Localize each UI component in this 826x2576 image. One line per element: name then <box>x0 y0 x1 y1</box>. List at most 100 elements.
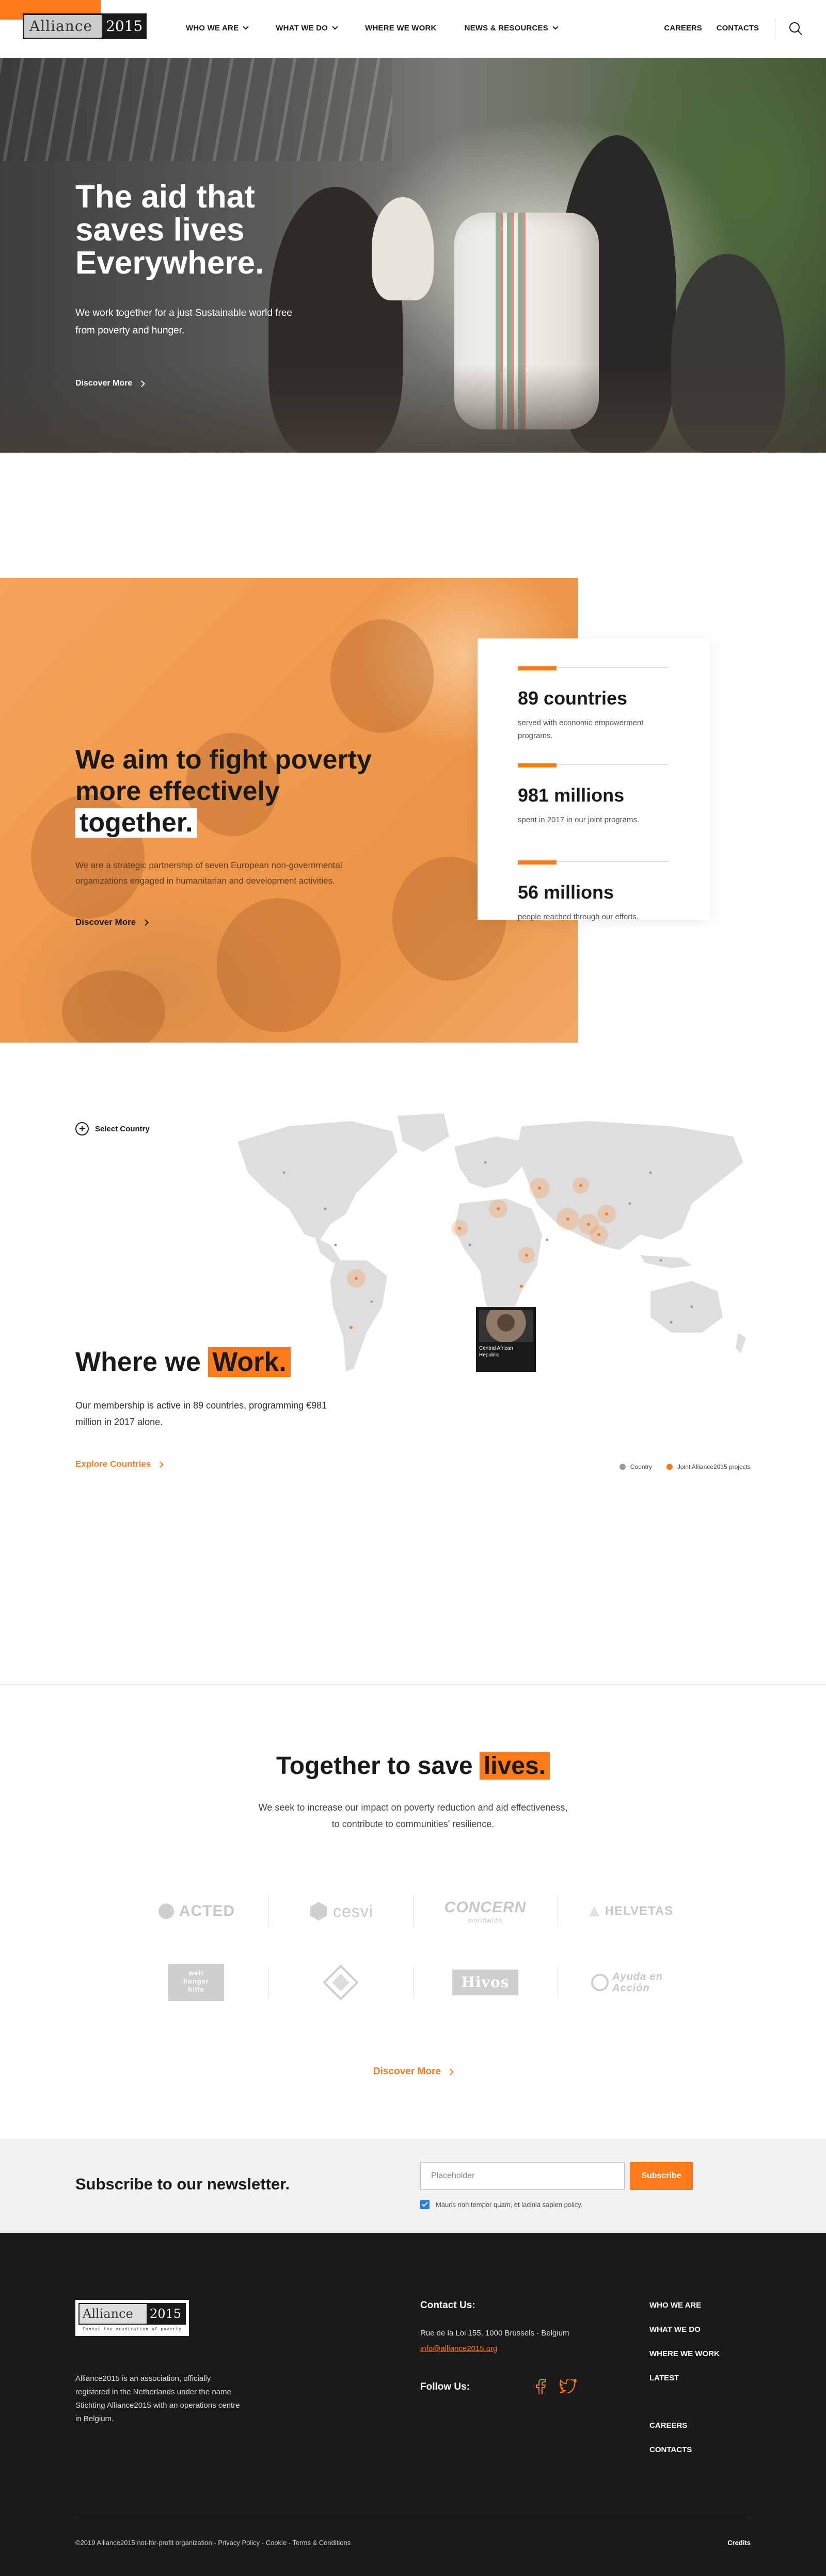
map-indonesia <box>640 1255 692 1268</box>
mission-title: We aim to fight poverty more effectively… <box>75 744 406 839</box>
country-dot <box>670 1321 673 1324</box>
nav-label: WHO WE ARE <box>186 24 239 33</box>
logo-text-left: Alliance <box>24 15 102 38</box>
partners-description: We seek to increase our impact on povert… <box>258 1802 568 1829</box>
map-north-america <box>237 1121 398 1240</box>
select-country-label: Select Country <box>95 1124 150 1133</box>
nav-item-where-we-work[interactable]: WHERE WE WORK <box>365 24 436 33</box>
chevron-down-icon <box>332 24 338 30</box>
consent-label: Mauris non tempor quam, et lacinia sapie… <box>436 2200 583 2209</box>
country-dot <box>370 1300 373 1303</box>
mission-cta-label: Discover More <box>75 917 136 927</box>
stat-text: served with economic empowerment program… <box>518 718 644 740</box>
partner-logo-acted[interactable]: ACTED <box>124 1876 268 1947</box>
project-dot <box>525 1254 528 1257</box>
newsletter-consent[interactable]: Mauris non tempor quam, et lacinia sapie… <box>420 2200 582 2209</box>
newsletter-section: Subscribe to our newsletter. Subscribe M… <box>0 2139 826 2233</box>
partner-logo-row: ACTED cesvi CONCERN worldwide HELVETAS <box>124 1876 702 1947</box>
hero-photo-roof <box>0 58 392 161</box>
partner-logo-ayuda-en-accion[interactable]: Ayuda en Acción <box>558 1947 702 2018</box>
helvetas-mark-icon <box>589 1906 599 1916</box>
stat-value: 56 millions <box>518 882 614 903</box>
newsletter-email-input[interactable] <box>420 2162 625 2190</box>
work-description: Our membership is active in 89 countries… <box>75 1400 327 1427</box>
nav-item-what-we-do[interactable]: WHAT WE DO <box>276 24 338 33</box>
mission-discover-more-link[interactable]: Discover More <box>75 917 149 927</box>
footer-logo[interactable]: Alliance 2015 Combat the eradication of … <box>75 2300 189 2336</box>
where-we-work-section: Select Country Central African Republic … <box>0 1095 826 1685</box>
partner-logo-hivos[interactable]: Hivos <box>413 1947 558 2018</box>
work-title-highlight: Work. <box>208 1347 291 1377</box>
logo-text-right: 2015 <box>102 15 145 38</box>
footer-about: Alliance2015 is an association, official… <box>75 2374 240 2423</box>
partner-logo-concern[interactable]: CONCERN worldwide <box>413 1876 558 1947</box>
footer-address: Rue de la Loi 155, 1000 Brussels - Belgi… <box>420 2329 569 2338</box>
explore-label: Explore Countries <box>75 1459 151 1469</box>
footer-copyright[interactable]: ©2019 Alliance2015 not-for-profit organi… <box>75 2539 351 2547</box>
partners-title-highlight: lives. <box>479 1752 550 1780</box>
nav-item-contacts[interactable]: CONTACTS <box>717 24 759 33</box>
site-logo[interactable]: Alliance 2015 <box>23 13 147 39</box>
nav-item-careers[interactable]: CAREERS <box>664 24 702 33</box>
search-button[interactable] <box>788 21 803 36</box>
twitter-icon <box>559 2378 577 2394</box>
hero-section: The aid that saves lives Everywhere. We … <box>0 58 826 453</box>
explore-countries-link[interactable]: Explore Countries <box>75 1459 164 1469</box>
project-dot <box>355 1277 358 1280</box>
partners-discover-more-link[interactable]: Discover More <box>0 2066 826 2077</box>
partner-logo-cesvi[interactable]: cesvi <box>268 1876 413 1947</box>
nav-item-who-we-are[interactable]: WHO WE ARE <box>186 24 249 33</box>
partner-name: ACTED <box>179 1902 235 1919</box>
site-header: Alliance 2015 WHO WE ARE WHAT WE DO WHER… <box>0 0 826 58</box>
partner-logo-welthungerhilfe[interactable]: welt hunger hilfe <box>124 1947 268 2018</box>
project-dot <box>538 1187 541 1190</box>
footer-nav-latest[interactable]: LATEST <box>649 2374 679 2382</box>
map-new-zealand <box>736 1333 746 1353</box>
footer-nav-what-we-do[interactable]: WHAT WE DO <box>649 2325 701 2334</box>
footer-nav-where-we-work[interactable]: WHERE WE WORK <box>649 2349 720 2358</box>
project-dot <box>587 1223 590 1226</box>
chevron-down-icon <box>243 24 249 30</box>
map-greenland <box>398 1113 449 1152</box>
hero-discover-more-link[interactable]: Discover More <box>75 379 146 388</box>
subscribe-button[interactable]: Subscribe <box>630 2162 693 2190</box>
project-dot <box>605 1212 608 1215</box>
hero-subtitle: We work together for a just Sustainable … <box>75 308 292 336</box>
project-dot <box>566 1218 569 1221</box>
map-asia <box>516 1121 743 1250</box>
work-title-text: Where we <box>75 1347 201 1377</box>
work-title: Where we Work. <box>75 1347 291 1378</box>
hero-title: The aid that saves lives Everywhere. <box>75 179 264 281</box>
country-dot <box>484 1161 487 1164</box>
footer-nav: WHO WE ARE WHAT WE DO WHERE WE WORK LATE… <box>649 2301 720 2470</box>
footer-credits-link[interactable]: Credits <box>727 2539 751 2547</box>
partner-name: HELVETAS <box>605 1904 674 1918</box>
chevron-right-icon <box>157 1461 164 1468</box>
country-dot <box>690 1305 693 1308</box>
footer-email-link[interactable]: info@alliance2015.org <box>420 2344 498 2353</box>
select-country-button[interactable]: Select Country <box>75 1122 150 1135</box>
consent-checkbox[interactable] <box>420 2200 430 2209</box>
partners-section: Together to save lives. We seek to incre… <box>0 1685 826 2139</box>
partner-name: CONCERN <box>444 1898 527 1916</box>
project-dot <box>579 1184 582 1187</box>
stat-text: people reached through our efforts. <box>518 913 639 921</box>
facebook-link[interactable] <box>535 2379 546 2397</box>
legend-item: Joint Alliance2015 projects <box>666 1463 751 1470</box>
footer-nav-contacts[interactable]: CONTACTS <box>649 2445 692 2454</box>
legend-label: Joint Alliance2015 projects <box>677 1463 751 1470</box>
footer-logo-text-right: 2015 <box>147 2304 185 2324</box>
nav-item-news-resources[interactable]: NEWS & RESOURCES <box>465 24 559 33</box>
search-icon <box>789 22 802 35</box>
partners-title: Together to save lives. <box>0 1752 826 1780</box>
country-dot <box>324 1207 327 1210</box>
project-dot <box>497 1207 500 1210</box>
footer-nav-who-we-are[interactable]: WHO WE ARE <box>649 2301 701 2310</box>
country-dot <box>546 1238 549 1241</box>
footer-nav-careers[interactable]: CAREERS <box>649 2421 687 2430</box>
partner-logo-helvetas[interactable]: HELVETAS <box>558 1876 702 1947</box>
partners-title-text: Together to save <box>276 1752 473 1780</box>
twitter-link[interactable] <box>559 2378 577 2397</box>
site-footer: Alliance 2015 Combat the eradication of … <box>0 2233 826 2576</box>
partner-logo-diamond[interactable] <box>268 1947 413 2018</box>
